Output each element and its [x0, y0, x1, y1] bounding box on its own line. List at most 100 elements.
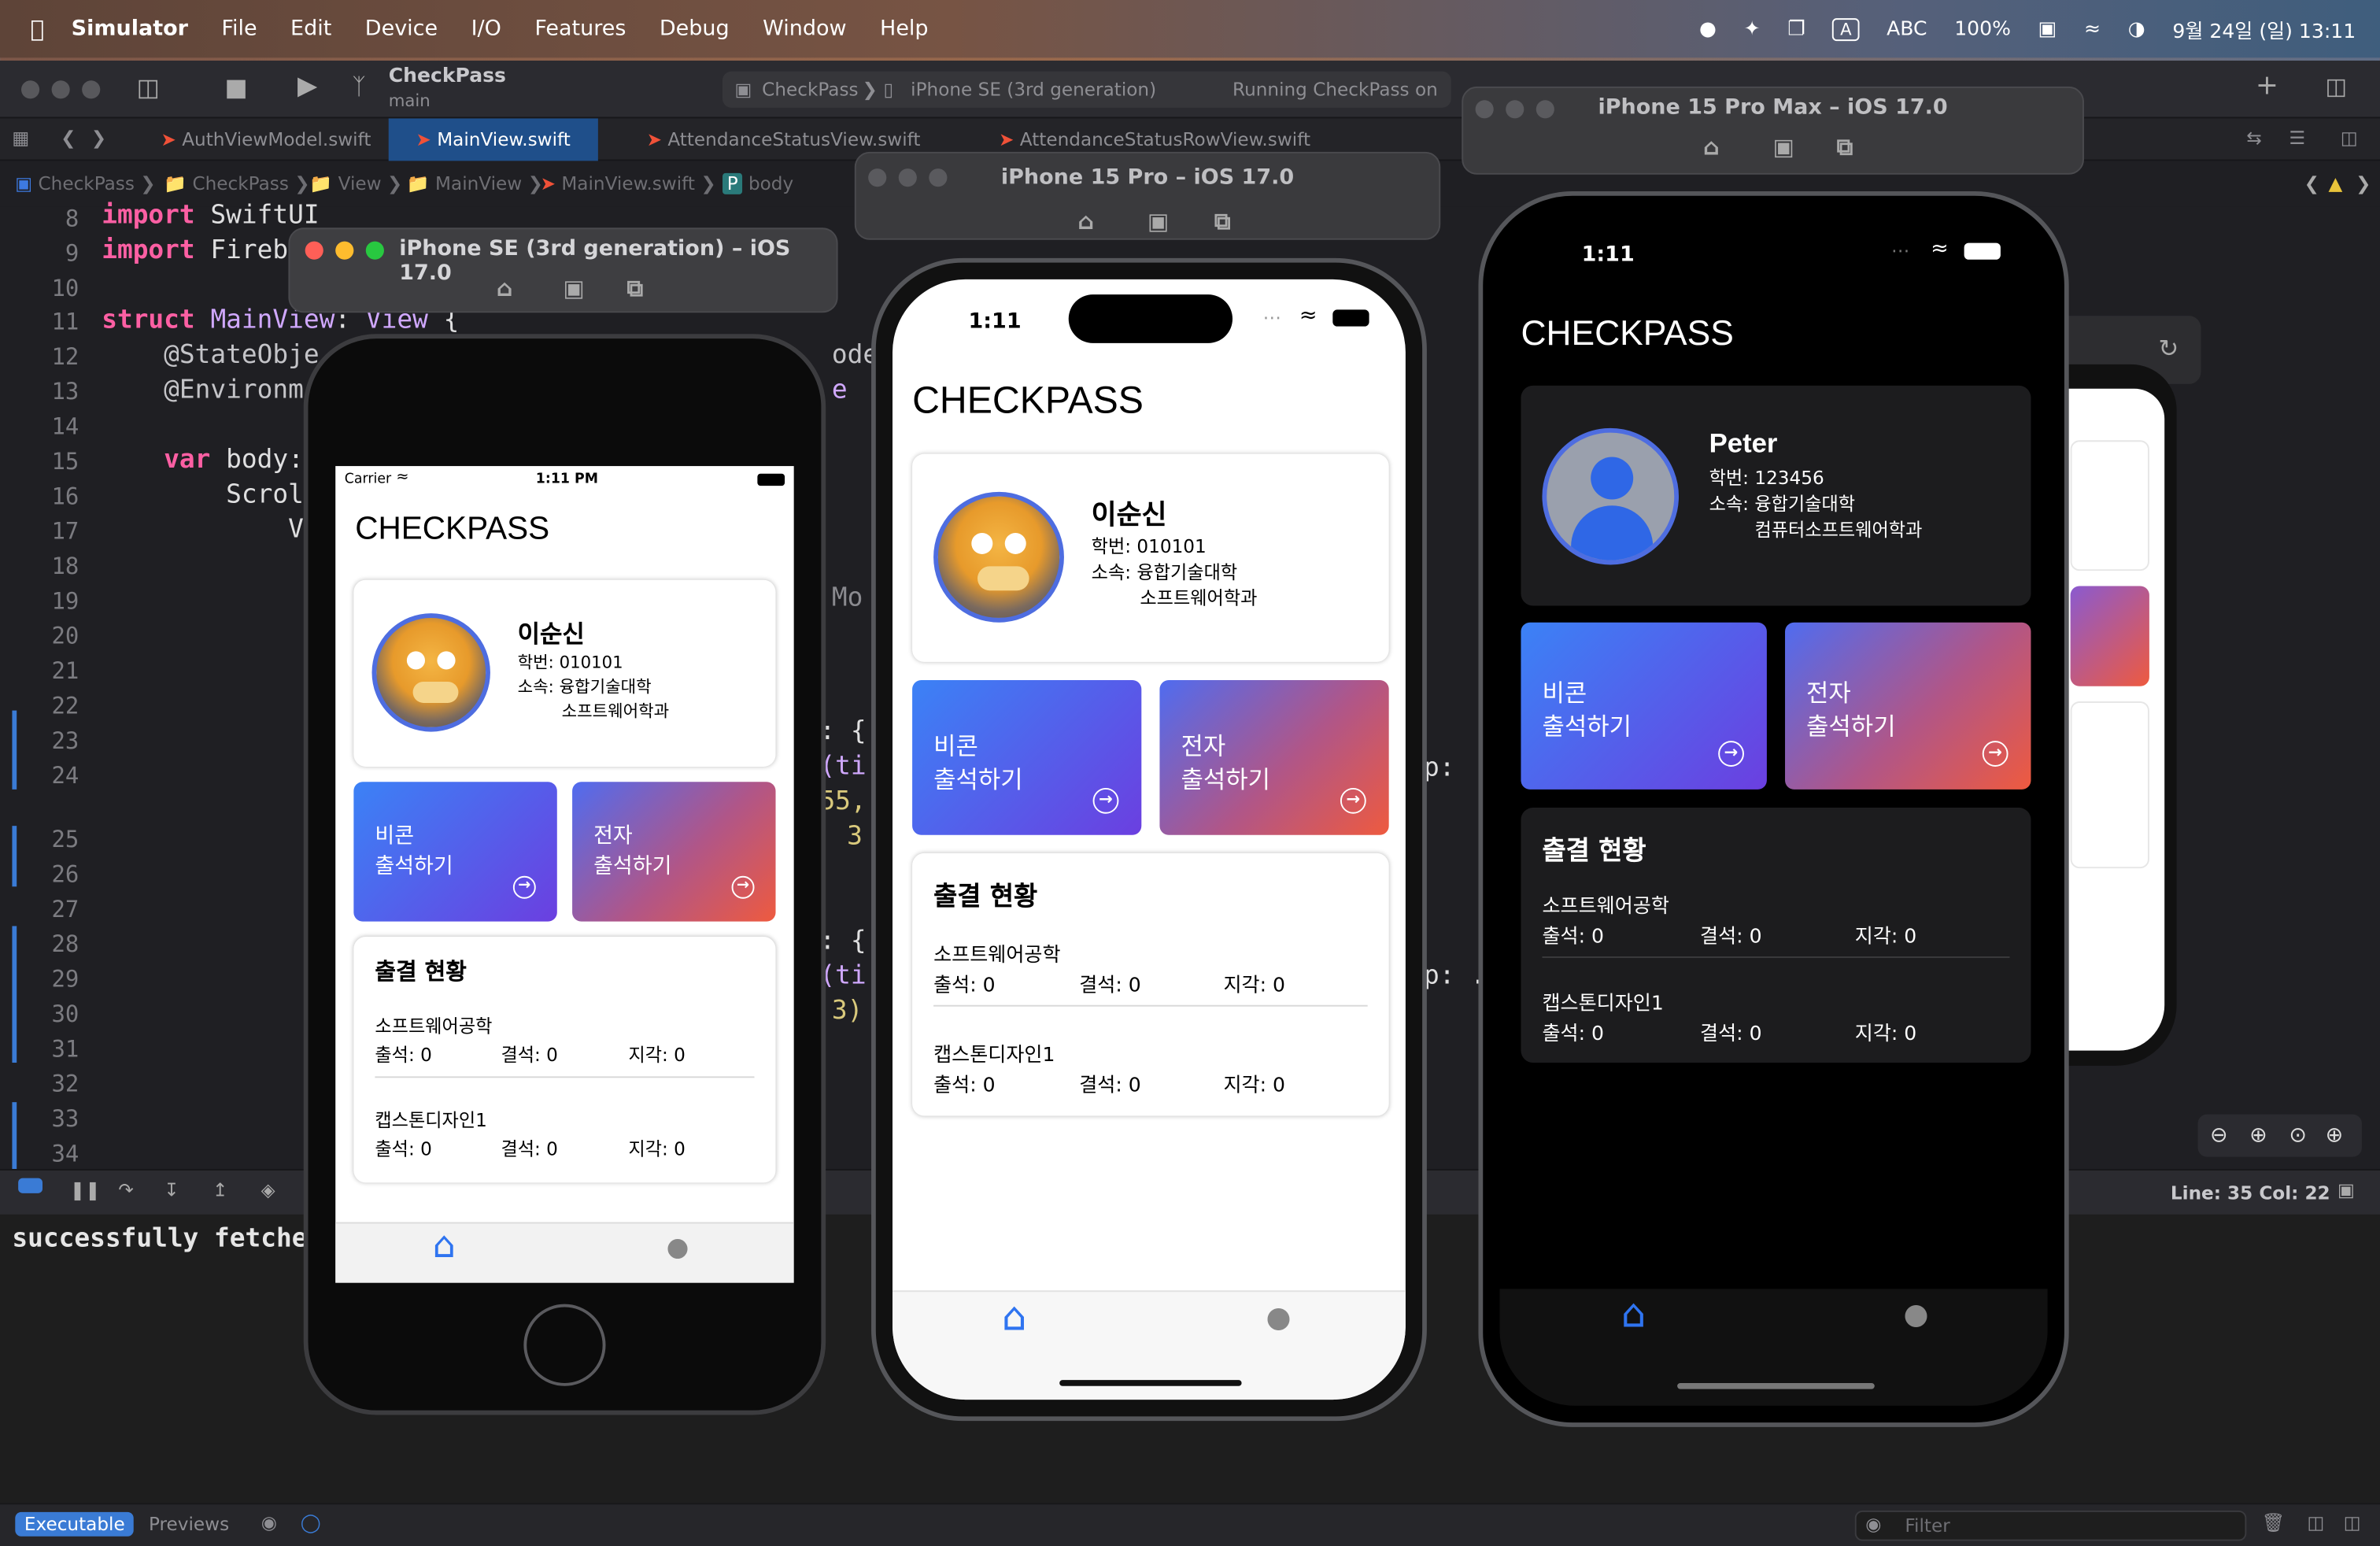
menu-io[interactable]: I/O	[471, 17, 501, 41]
split-left-icon[interactable]: ◫	[2307, 1512, 2324, 1533]
close-button[interactable]	[21, 80, 40, 99]
person-icon[interactable]: ●	[1903, 1298, 1928, 1331]
stop-icon[interactable]: ■	[224, 73, 247, 102]
house-icon[interactable]: ⌂	[1621, 1292, 1646, 1337]
person-icon[interactable]: ●	[1266, 1301, 1291, 1334]
close-button[interactable]	[305, 241, 323, 260]
arrow-right-circle-icon: →	[1718, 741, 1744, 767]
home-icon[interactable]: ⌂	[1703, 134, 1720, 161]
step-into-icon[interactable]: ↧	[164, 1180, 179, 1201]
executable-tab[interactable]: Executable	[15, 1511, 135, 1537]
add-icon[interactable]: +	[2256, 70, 2278, 102]
panel-toggle-icon[interactable]: ▣	[2338, 1180, 2355, 1201]
electronic-checkin-button[interactable]: 전자 출석하기 →	[1785, 622, 2031, 790]
zoom-button[interactable]	[82, 80, 101, 99]
forward-icon[interactable]: ❯	[91, 128, 106, 149]
step-over-icon[interactable]: ↷	[118, 1180, 133, 1201]
tab-label: AuthViewModel.swift	[182, 128, 371, 150]
battery-label[interactable]: 100%	[1954, 17, 2011, 40]
filter-field[interactable]: ◉ Filter	[1854, 1510, 2247, 1541]
battery-icon[interactable]: ▣	[2038, 17, 2057, 40]
scheme-name[interactable]: CheckPass	[389, 65, 506, 88]
warning-icon[interactable]: ▲	[2328, 161, 2342, 206]
view-hierarchy-icon[interactable]: ◈	[261, 1180, 275, 1201]
menu-file[interactable]: File	[221, 17, 257, 41]
zoom-out-icon[interactable]: ⊖	[2210, 1115, 2228, 1157]
breadcrumb-target[interactable]: CheckPass	[762, 72, 858, 108]
menu-edit[interactable]: Edit	[290, 17, 331, 41]
record-icon[interactable]: ●	[1699, 17, 1717, 40]
change-indicator	[12, 1102, 17, 1170]
issue-nav-icon[interactable]: ❮	[2304, 161, 2319, 206]
tab-mainview[interactable]: ➤ MainView.swift	[388, 118, 598, 161]
electronic-checkin-button[interactable]: 전자 출석하기 →	[572, 782, 776, 922]
home-icon[interactable]: ⌂	[497, 275, 513, 302]
run-destination[interactable]: iPhone SE (3rd generation)	[911, 72, 1156, 108]
home-button[interactable]	[523, 1304, 606, 1386]
house-icon[interactable]: ⌂	[433, 1223, 456, 1266]
person-icon[interactable]: ●	[667, 1233, 689, 1263]
zoom-fit-icon[interactable]: ⊙	[2289, 1115, 2307, 1157]
console-toggle-icon[interactable]	[18, 1178, 43, 1193]
back-icon[interactable]: ❮	[61, 128, 76, 149]
menu-window[interactable]: Window	[763, 17, 846, 41]
menu-bar:  Simulator File Edit Device I/O Feature…	[0, 0, 2380, 58]
home-icon[interactable]: ⌂	[1077, 208, 1094, 235]
beacon-checkin-button[interactable]: 비콘 출석하기 →	[353, 782, 557, 922]
jump-bar-item[interactable]: P body	[722, 161, 793, 206]
issue-next-icon[interactable]: ❯	[2356, 161, 2371, 206]
electronic-checkin-button[interactable]: 전자 출석하기 →	[1159, 680, 1389, 835]
split-right-icon[interactable]: ◫	[2344, 1512, 2361, 1533]
menu-features[interactable]: Features	[534, 17, 626, 41]
window-stack-icon[interactable]: ❐	[1787, 17, 1805, 40]
beacon-checkin-button[interactable]: 비콘 출석하기 →	[1521, 622, 1767, 790]
grid-icon[interactable]: ▦	[12, 128, 29, 149]
zoom-button[interactable]	[365, 241, 384, 260]
step-out-icon[interactable]: ↥	[213, 1180, 227, 1201]
code-fragment: e	[831, 375, 848, 405]
inspector-toggle-icon[interactable]: ◫	[2326, 73, 2347, 101]
preview-zoom-controls: ⊖ ⊕ ⊙ ⊕	[2197, 1114, 2362, 1157]
activity-view[interactable]: ▣ CheckPass ❯ ▯ iPhone SE (3rd generatio…	[722, 71, 1451, 137]
menu-debug[interactable]: Debug	[660, 17, 730, 41]
previews-tab[interactable]: Previews	[149, 1514, 229, 1535]
jump-bar-item[interactable]: ➤ MainView.swift ❯	[541, 161, 716, 206]
eye-icon[interactable]: ◉	[261, 1512, 277, 1533]
pause-icon[interactable]: ❚❚	[70, 1180, 101, 1201]
tab-authviewmodel[interactable]: ➤ AuthViewModel.swift	[134, 118, 398, 161]
rotate-icon[interactable]: ⧉	[1837, 134, 1853, 161]
clock[interactable]: 9월 24일 (일) 13:11	[2172, 14, 2356, 43]
toggle-icon[interactable]: ◯	[301, 1512, 321, 1533]
jump-bar-item[interactable]: 📁 View ❯	[309, 161, 402, 206]
rotate-icon[interactable]: ⧉	[1214, 208, 1231, 235]
editor-options-icon[interactable]: ☰	[2289, 128, 2305, 149]
jump-bar-item[interactable]: 📁 MainView ❯	[407, 161, 543, 206]
trash-icon[interactable]: 🗑	[2262, 1512, 2285, 1533]
minimize-button[interactable]	[51, 80, 70, 99]
menu-device[interactable]: Device	[365, 17, 438, 41]
tab-bar: ⌂ ●	[335, 1222, 794, 1283]
rotate-icon[interactable]: ⧉	[627, 275, 644, 302]
beacon-checkin-button[interactable]: 비콘 출석하기 →	[912, 680, 1142, 835]
refresh-icon[interactable]: ↻	[2158, 334, 2179, 363]
running-app-icon[interactable]: ✦	[1744, 17, 1761, 40]
zoom-actual-icon[interactable]: ⊕	[2326, 1115, 2344, 1157]
apple-logo-icon[interactable]: 	[31, 15, 44, 43]
zoom-in-icon[interactable]: ⊕	[2249, 1115, 2267, 1157]
screenshot-icon[interactable]: ▣	[1148, 208, 1169, 235]
screenshot-icon[interactable]: ▣	[564, 275, 585, 302]
line-number: 12	[51, 342, 79, 371]
menu-help[interactable]: Help	[880, 17, 929, 41]
screenshot-icon[interactable]: ▣	[1773, 134, 1794, 161]
input-source-icon[interactable]: A	[1832, 17, 1860, 41]
menu-app[interactable]: Simulator	[72, 17, 188, 41]
control-center-icon[interactable]: ◑	[2128, 17, 2145, 40]
input-source-label[interactable]: ABC	[1887, 17, 1927, 40]
split-editor-icon[interactable]: ◫	[2341, 128, 2358, 149]
sidebar-toggle-icon[interactable]: ◫	[137, 73, 160, 102]
wifi-icon[interactable]: ≈	[2084, 17, 2101, 40]
house-icon[interactable]: ⌂	[1002, 1295, 1027, 1341]
related-items-icon[interactable]: ⇆	[2246, 128, 2261, 149]
run-icon[interactable]: ▶	[298, 72, 317, 102]
minimize-button[interactable]	[335, 241, 354, 260]
